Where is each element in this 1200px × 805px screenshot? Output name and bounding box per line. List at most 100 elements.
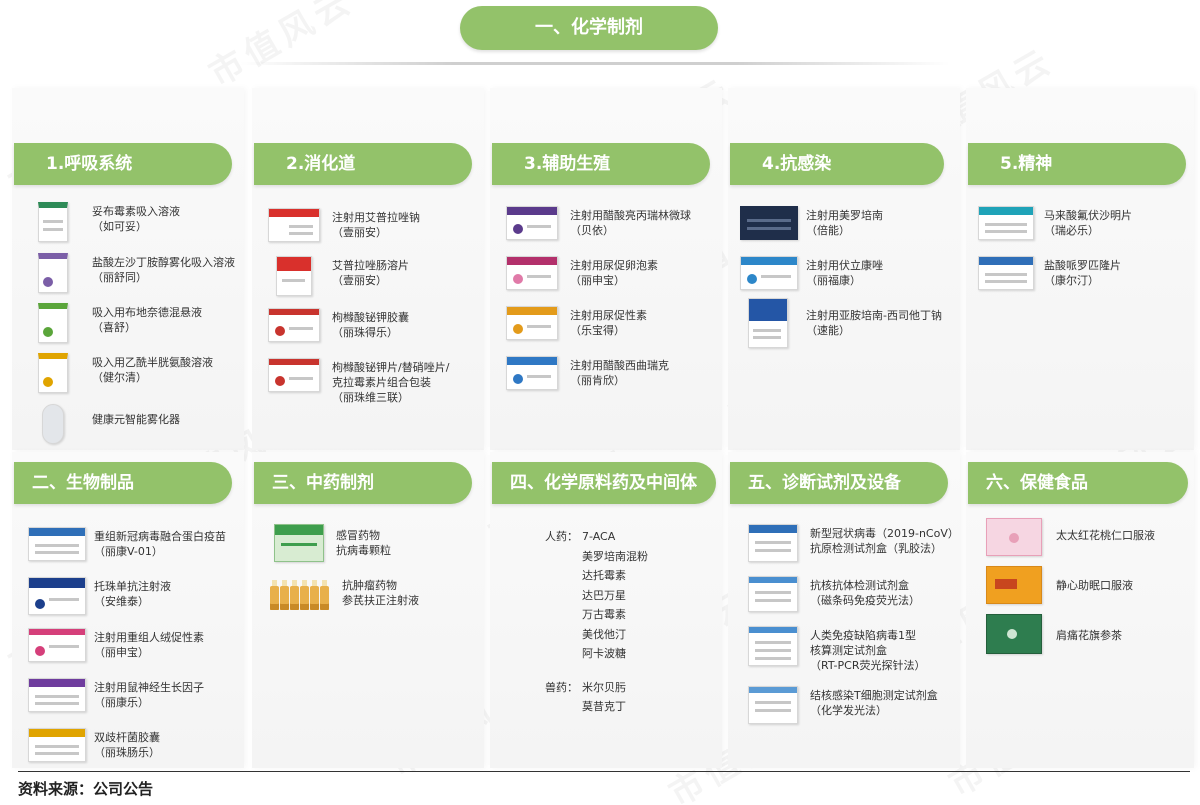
product-brand: 参芪扶正注射液 xyxy=(342,594,419,607)
product-name: 太太红花桃仁口服液 xyxy=(1056,529,1155,542)
product-brand: （安维泰） xyxy=(94,595,149,608)
product-name: 注射用亚胺培南-西司他丁钠 xyxy=(806,309,942,322)
product-item: 盐酸哌罗匹隆片 （康尔汀） xyxy=(978,256,1121,290)
product-brand: （丽舒同） xyxy=(92,271,147,284)
main-title: 一、化学制剂 xyxy=(460,6,718,50)
product-name: 注射用伏立康唑 xyxy=(806,259,883,272)
product-image xyxy=(268,358,320,392)
api-item: 达托霉素 xyxy=(582,569,626,582)
api-item: 阿卡波糖 xyxy=(582,647,626,660)
product-brand: （乐宝得） xyxy=(570,324,625,337)
api-item: 7-ACA xyxy=(582,530,616,543)
product-name: 注射用尿促卵泡素 xyxy=(570,259,658,272)
product-name: 结核感染T细胞测定试剂盒 xyxy=(810,689,938,702)
product-brand: （磁条码免疫荧光法） xyxy=(810,594,920,607)
product-name: 人类免疫缺陷病毒1型 xyxy=(810,629,916,642)
product-image xyxy=(748,524,798,562)
product-image xyxy=(28,527,86,561)
product-item: 吸入用布地奈德混悬液 （喜舒） xyxy=(28,303,202,343)
product-image xyxy=(28,628,86,662)
product-name: 静心助眠口服液 xyxy=(1056,579,1133,592)
product-item: 静心助眠口服液 xyxy=(986,566,1133,604)
product-brand: （倍能） xyxy=(806,224,850,237)
product-name: 注射用醋酸亮丙瑞林微球 xyxy=(570,209,691,222)
product-name: 吸入用布地奈德混悬液 xyxy=(92,306,202,319)
product-image xyxy=(38,253,68,293)
product-image xyxy=(28,678,86,712)
product-item: 重组新冠病毒融合蛋白疫苗 （丽康V-01） xyxy=(28,527,226,561)
product-brand: （丽申宝） xyxy=(94,646,149,659)
product-name: 艾普拉唑肠溶片 xyxy=(332,259,409,272)
product-image xyxy=(740,256,798,290)
product-name: 抗核抗体检测试剂盒 xyxy=(810,579,909,592)
injection-bottles-image xyxy=(270,574,332,610)
product-image xyxy=(986,614,1042,654)
product-item: 结核感染T细胞测定试剂盒 （化学发光法） xyxy=(748,686,938,724)
section-health-food: 六、保健食品 xyxy=(968,462,1188,504)
product-name: 枸橼酸铋钾胶囊 xyxy=(332,311,409,324)
product-image xyxy=(268,308,320,342)
product-name: 注射用鼠神经生长因子 xyxy=(94,681,204,694)
product-image xyxy=(506,256,558,290)
product-image xyxy=(506,306,558,340)
product-item: 注射用美罗培南 （倍能） xyxy=(740,206,883,240)
section-psychiatric: 5.精神 xyxy=(968,143,1186,185)
product-item: 感冒药物 抗病毒颗粒 xyxy=(274,524,391,562)
product-image xyxy=(748,686,798,724)
product-item: 抗肿瘤药物 参芪扶正注射液 xyxy=(270,574,419,610)
product-item: 太太红花桃仁口服液 xyxy=(986,518,1155,556)
product-brand: （喜舒） xyxy=(92,321,136,334)
product-name: 双歧杆菌胶囊 xyxy=(94,731,160,744)
watermark: 市值风云 xyxy=(202,0,362,95)
product-name: 盐酸左沙丁胺醇雾化吸入溶液 xyxy=(92,256,235,269)
product-brand: 核算测定试剂盒 xyxy=(810,644,887,657)
product-item: 妥布霉素吸入溶液 （如可妥） xyxy=(28,202,180,242)
product-name: 新型冠状病毒（2019-nCoV） xyxy=(810,527,959,540)
product-name: 注射用艾普拉唑钠 xyxy=(332,211,420,224)
product-image xyxy=(748,626,798,666)
api-item: 米尔贝肟 xyxy=(582,680,626,694)
product-item: 托珠单抗注射液 （安维泰） xyxy=(28,577,171,615)
product-name: 妥布霉素吸入溶液 xyxy=(92,205,180,218)
product-brand: （化学发光法） xyxy=(810,704,887,717)
product-item: 盐酸左沙丁胺醇雾化吸入溶液 （丽舒同） xyxy=(28,253,235,293)
product-item: 健康元智能雾化器 xyxy=(28,404,180,444)
product-image xyxy=(506,356,558,390)
section-api: 四、化学原料药及中间体 xyxy=(492,462,716,504)
product-item: 注射用鼠神经生长因子 （丽康乐） xyxy=(28,678,204,712)
product-image xyxy=(38,353,68,393)
product-item: 艾普拉唑肠溶片 （壹丽安） xyxy=(268,256,409,296)
product-brand: （康尔汀） xyxy=(1044,274,1099,287)
product-item: 人类免疫缺陷病毒1型 核算测定试剂盒 （RT-PCR荧光探针法） xyxy=(748,626,925,673)
api-item: 达巴万星 xyxy=(582,588,626,602)
product-item: 注射用伏立康唑 （丽福康） xyxy=(740,256,883,290)
product-brand: （壹丽安） xyxy=(332,274,387,287)
product-name: 吸入用乙酰半胱氨酸溶液 xyxy=(92,356,213,369)
product-item: 双歧杆菌胶囊 （丽珠肠乐） xyxy=(28,728,160,762)
product-image xyxy=(28,728,86,762)
api-item: 美罗培南混粉 xyxy=(582,549,648,563)
product-item: 注射用醋酸亮丙瑞林微球 （贝依） xyxy=(506,206,691,240)
product-brand: 克拉霉素片组合包装 xyxy=(332,376,431,389)
product-item: 注射用尿促卵泡素 （丽申宝） xyxy=(506,256,658,290)
product-item: 枸橼酸铋钾胶囊 （丽珠得乐） xyxy=(268,308,409,342)
product-image xyxy=(268,208,320,242)
product-name: 注射用尿促性素 xyxy=(570,309,647,322)
api-item: 万古霉素 xyxy=(582,608,626,621)
product-item: 枸橼酸铋钾片/替硝唑片/克拉霉素片组合包装 （丽珠维三联） xyxy=(268,358,449,405)
product-image xyxy=(274,524,324,562)
product-item: 马来酸氟伏沙明片 （瑞必乐） xyxy=(978,206,1132,240)
human-drug-label: 人药： xyxy=(545,530,578,543)
product-item: 注射用重组人绒促性素 （丽申宝） xyxy=(28,628,204,662)
product-brand: （瑞必乐） xyxy=(1044,224,1099,237)
product-image xyxy=(978,256,1034,290)
product-brand: （丽珠肠乐） xyxy=(94,746,160,759)
section-anti-infection: 4.抗感染 xyxy=(730,143,944,185)
source-divider xyxy=(18,771,1190,772)
section-respiratory: 1.呼吸系统 xyxy=(14,143,232,185)
product-item: 新型冠状病毒（2019-nCoV） 抗原检测试剂盒（乳胶法） xyxy=(748,524,959,562)
product-image xyxy=(38,303,68,343)
product-name: 托珠单抗注射液 xyxy=(94,580,171,593)
product-brand: （丽康乐） xyxy=(94,696,149,709)
section-reproductive: 3.辅助生殖 xyxy=(492,143,710,185)
